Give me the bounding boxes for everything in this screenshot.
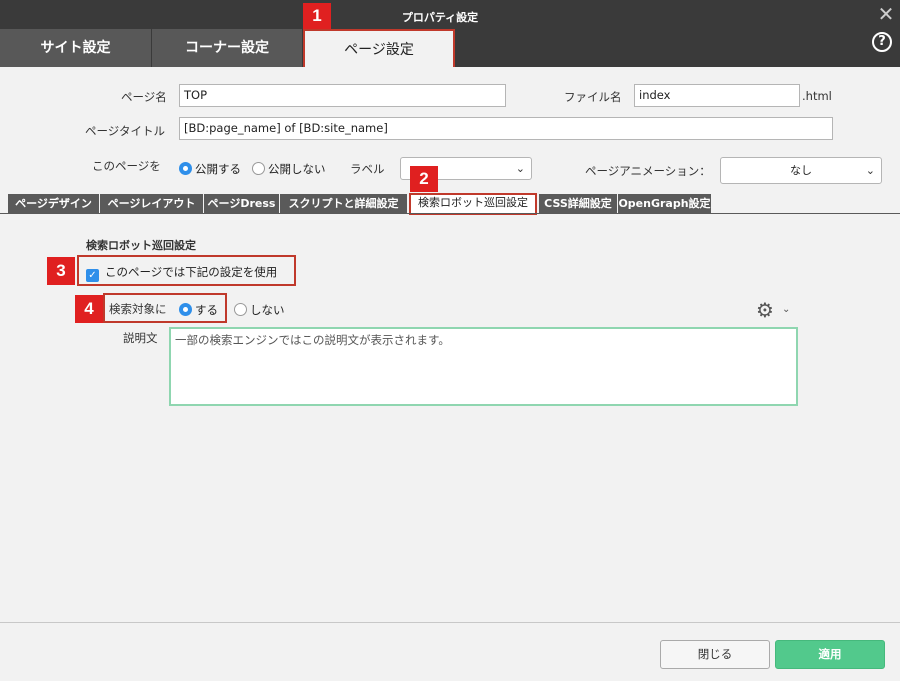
chevron-down-icon[interactable]: ⌄ [782,304,790,315]
subtab-robot-crawl[interactable]: 検索ロボット巡回設定 [409,193,537,215]
tab-site-settings[interactable]: サイト設定 [0,29,151,67]
subtab-css-details[interactable]: CSS詳細設定 [539,194,617,214]
section-title: 検索ロボット巡回設定 [86,239,196,252]
use-below-label: このページでは下記の設定を使用 [105,265,278,279]
footer-divider [0,622,900,623]
radio-unselected-icon [252,162,265,175]
label-select-value [401,162,407,175]
target-no-label: しない [250,303,285,317]
publish-yes-radio[interactable]: 公開する [179,161,241,177]
file-extension: .html [802,89,832,103]
page-name-input[interactable]: TOP [179,84,506,107]
animation-select-value: なし [790,164,812,177]
marker-3: 3 [47,257,75,285]
publish-yes-label: 公開する [195,162,241,176]
help-icon[interactable]: ? [872,32,892,52]
tab-divider [0,213,900,214]
target-yes-radio[interactable]: する [179,302,218,318]
radio-unselected-icon [234,303,247,316]
title-bar: プロパティ設定 ✕ ? サイト設定 コーナー設定 ページ設定 [0,0,900,67]
gear-icon[interactable]: ⚙ [756,298,774,322]
page-name-label: ページ名 [121,90,167,104]
marker-1: 1 [303,3,331,29]
subtab-page-design[interactable]: ページデザイン [8,194,99,214]
publish-no-radio[interactable]: 公開しない [252,161,326,177]
subtab-opengraph[interactable]: OpenGraph設定 [618,194,711,214]
marker-2: 2 [410,166,438,192]
description-textarea[interactable]: 一部の検索エンジンではこの説明文が表示されます。 [169,327,798,406]
close-button[interactable]: 閉じる [660,640,770,669]
label-field-label: ラベル [350,162,385,176]
chevron-down-icon: ⌄ [865,164,875,177]
page-title-label: ページタイトル [85,124,166,138]
publish-no-label: 公開しない [268,162,326,176]
window-title: プロパティ設定 [401,11,479,24]
marker-4: 4 [75,295,103,323]
close-icon[interactable]: ✕ [877,4,895,24]
target-yes-label: する [195,303,218,317]
file-name-input[interactable]: index [634,84,800,107]
radio-selected-icon [179,162,192,175]
tab-page-settings[interactable]: ページ設定 [303,29,455,67]
radio-selected-icon [179,303,192,316]
subtab-page-layout[interactable]: ページレイアウト [100,194,203,214]
tab-corner-settings[interactable]: コーナー設定 [152,29,302,67]
file-name-label: ファイル名 [564,90,622,104]
animation-select[interactable]: なし ⌄ [720,157,882,184]
target-no-radio[interactable]: しない [234,302,285,318]
apply-button[interactable]: 適用 [775,640,885,669]
page-title-input[interactable]: [BD:page_name] of [BD:site_name] [179,117,833,140]
search-target-label: 検索対象に [109,302,167,316]
publish-label: このページを [92,159,161,173]
animation-label: ページアニメーション： [585,164,711,178]
checkbox-checked-icon: ✓ [86,269,99,282]
description-label: 説明文 [123,331,158,345]
chevron-down-icon: ⌄ [515,162,525,175]
subtab-page-dress[interactable]: ページDress [204,194,279,214]
use-below-checkbox[interactable]: ✓ このページでは下記の設定を使用 [86,264,277,282]
subtab-script-details[interactable]: スクリプトと詳細設定 [280,194,407,214]
